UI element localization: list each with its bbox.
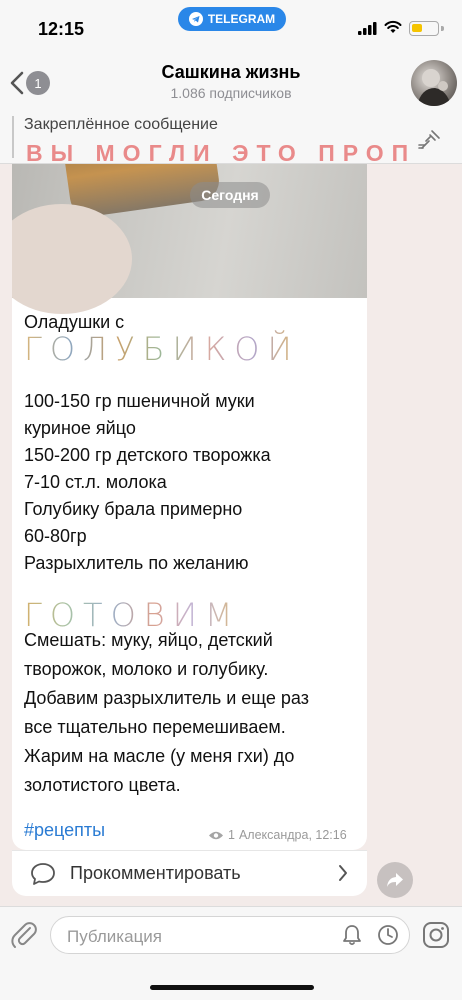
ingredient-line: 60-80гр [24,526,87,546]
title-deco-text: ГОЛУБИКОЙ [24,330,300,368]
ingredient-line: Разрыхлитель по желанию [24,553,249,573]
ingredient-line: Голубику брала примерно [24,499,243,519]
view-count: 1 [228,828,235,842]
ingredient-line: 7-10 ст.л. молока [24,472,167,492]
step-line: золотистого цвета. [24,775,181,795]
comment-icon [31,863,55,885]
status-bar: 12:15 TELEGRAM [0,0,462,58]
step-line: творожок, молоко и голубику. [24,659,269,679]
post-meta: 1 Александра, 12:16 [208,828,347,842]
pinned-label: Закреплённое сообщение [24,116,218,133]
author-time: Александра, 12:16 [238,828,347,842]
channel-title[interactable]: Сашкина жизнь [0,62,462,83]
channel-post: Оладушки с ГОЛУБИКОЙ 100-150 гр пшенично… [12,164,367,850]
wifi-icon [384,20,402,33]
battery-nub [441,26,444,31]
post-title-decorative: ГОЛУБИКОЙ [24,330,300,368]
comment-bar[interactable]: Прокомментировать [12,850,367,896]
status-time: 12:15 [38,19,85,39]
battery-icon [409,21,439,36]
paperclip-icon[interactable] [10,919,38,949]
chat-header: 1 Сашкина жизнь 1.086 подписчиков [0,58,462,108]
ingredient-line: куриное яйцо [24,418,136,438]
home-indicator [150,985,314,990]
share-arrow-icon [387,873,403,887]
photo-hand [12,204,132,314]
ingredients-list: 100-150 гр пшеничной муки куриное яйцо 1… [24,388,364,577]
telegram-icon [188,12,203,26]
share-button[interactable] [377,862,413,898]
pinned-text: ВЫ МОГЛИ ЭТО ПРОП... [26,140,416,166]
subscriber-count: 1.086 подписчиков [170,85,292,101]
bell-icon[interactable] [341,924,363,946]
signal-icon [358,22,377,35]
pinned-message[interactable]: Закреплённое сообщение ВЫ МОГЛИ ЭТО ПРОП… [0,108,462,166]
camera-icon[interactable] [422,921,450,949]
post-photo[interactable] [12,164,367,314]
date-pill: Сегодня [190,182,270,208]
ingredient-line: 150-200 гр детского творожка [24,445,271,465]
telegram-pill-label: TELEGRAM [207,12,276,26]
steps-text: Смешать: муку, яйцо, детский творожок, м… [24,626,364,800]
hashtag-link[interactable]: #рецепты [24,820,105,841]
pin-indicator [12,116,14,158]
input-placeholder: Публикация [67,927,163,946]
publication-input[interactable]: Публикация [50,916,410,954]
avatar-photo [417,69,451,106]
chevron-right-icon [339,865,347,881]
comment-label: Прокомментировать [70,863,241,883]
schedule-clock-icon[interactable] [377,924,399,946]
eye-icon [209,831,223,839]
step-line: Смешать: муку, яйцо, детский [24,630,273,650]
pin-list-icon[interactable] [418,128,444,150]
ingredient-line: 100-150 гр пшеничной муки [24,391,255,411]
telegram-pill[interactable]: TELEGRAM [178,7,286,31]
channel-avatar[interactable] [411,60,457,106]
step-line: Добавим разрыхлитель и еще раз [24,688,309,708]
step-line: Жарим на масле (у меня гхи) до [24,746,295,766]
step-line: все тщательно перемешиваем. [24,717,286,737]
composer-bar: Публикация [0,906,462,1000]
